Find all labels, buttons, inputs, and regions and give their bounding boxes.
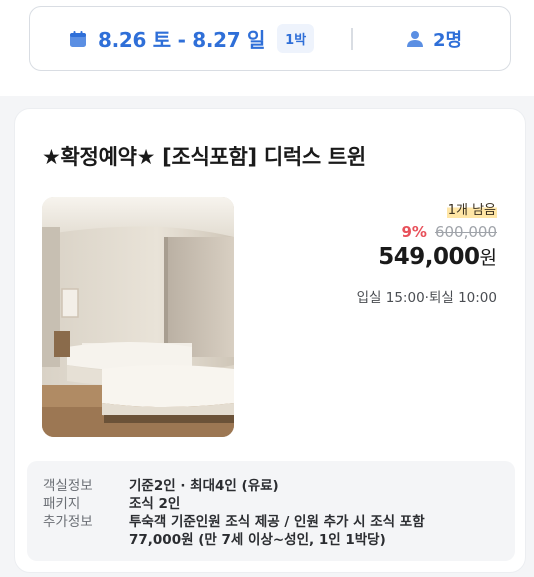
room-card[interactable]: ★확정예약★ [조식포함] 디럭스 트윈 1개 남음 9% 600,000 54…: [14, 108, 526, 573]
remaining-rooms-badge: 1개 남음: [446, 199, 497, 218]
nights-badge: 1박: [277, 24, 315, 53]
info-row-package: 패키지 조식 2인: [43, 495, 180, 513]
info-row-room: 객실정보 기준2인 · 최대4인 (유료): [43, 477, 279, 495]
info-row-extra: 추가정보 투숙객 기준인원 조식 제공 / 인원 추가 시 조식 포함: [43, 513, 425, 531]
checkin-checkout-time: 입실 15:00·퇴실 10:00: [356, 290, 497, 306]
date-selector[interactable]: 8.26 토 - 8.27 일 1박: [68, 7, 315, 70]
guest-selector[interactable]: 2명: [405, 7, 462, 70]
original-price: 600,000: [434, 223, 497, 241]
calendar-icon: [70, 30, 86, 47]
divider: [351, 28, 353, 50]
person-icon: [407, 30, 423, 47]
info-value: 조식 2인: [129, 496, 181, 512]
info-label: [43, 531, 129, 549]
guest-count: 2명: [433, 29, 463, 51]
room-info-box: 객실정보 기준2인 · 최대4인 (유료) 패키지 조식 2인 추가정보 투숙객…: [27, 461, 515, 561]
info-row-extra-price: 77,000원 (만 7세 이상~성인, 1인 1박당): [43, 531, 386, 549]
date-range: 8.26 토 - 8.27 일: [98, 28, 266, 52]
currency-unit: 원: [479, 247, 497, 269]
search-header: 8.26 토 - 8.27 일 1박 2명: [0, 0, 534, 96]
info-label: 객실정보: [43, 478, 93, 494]
discount-rate: 9%: [401, 223, 427, 241]
info-label: 패키지: [43, 496, 81, 512]
price-row: 549,000 원: [378, 243, 497, 270]
room-photo[interactable]: [42, 197, 234, 437]
search-bar[interactable]: 8.26 토 - 8.27 일 1박 2명: [29, 6, 511, 71]
room-image: [42, 197, 234, 437]
discount-row: 9% 600,000: [402, 223, 498, 241]
info-value: 기준2인 · 최대4인 (유료): [129, 478, 279, 494]
info-value: 77,000원 (만 7세 이상~성인, 1인 1박당): [129, 532, 386, 548]
room-title: ★확정예약★ [조식포함] 디럭스 트윈: [42, 145, 366, 169]
sale-price: 549,000: [378, 244, 480, 270]
info-label: 추가정보: [43, 514, 93, 530]
info-value: 투숙객 기준인원 조식 제공 / 인원 추가 시 조식 포함: [129, 514, 425, 530]
